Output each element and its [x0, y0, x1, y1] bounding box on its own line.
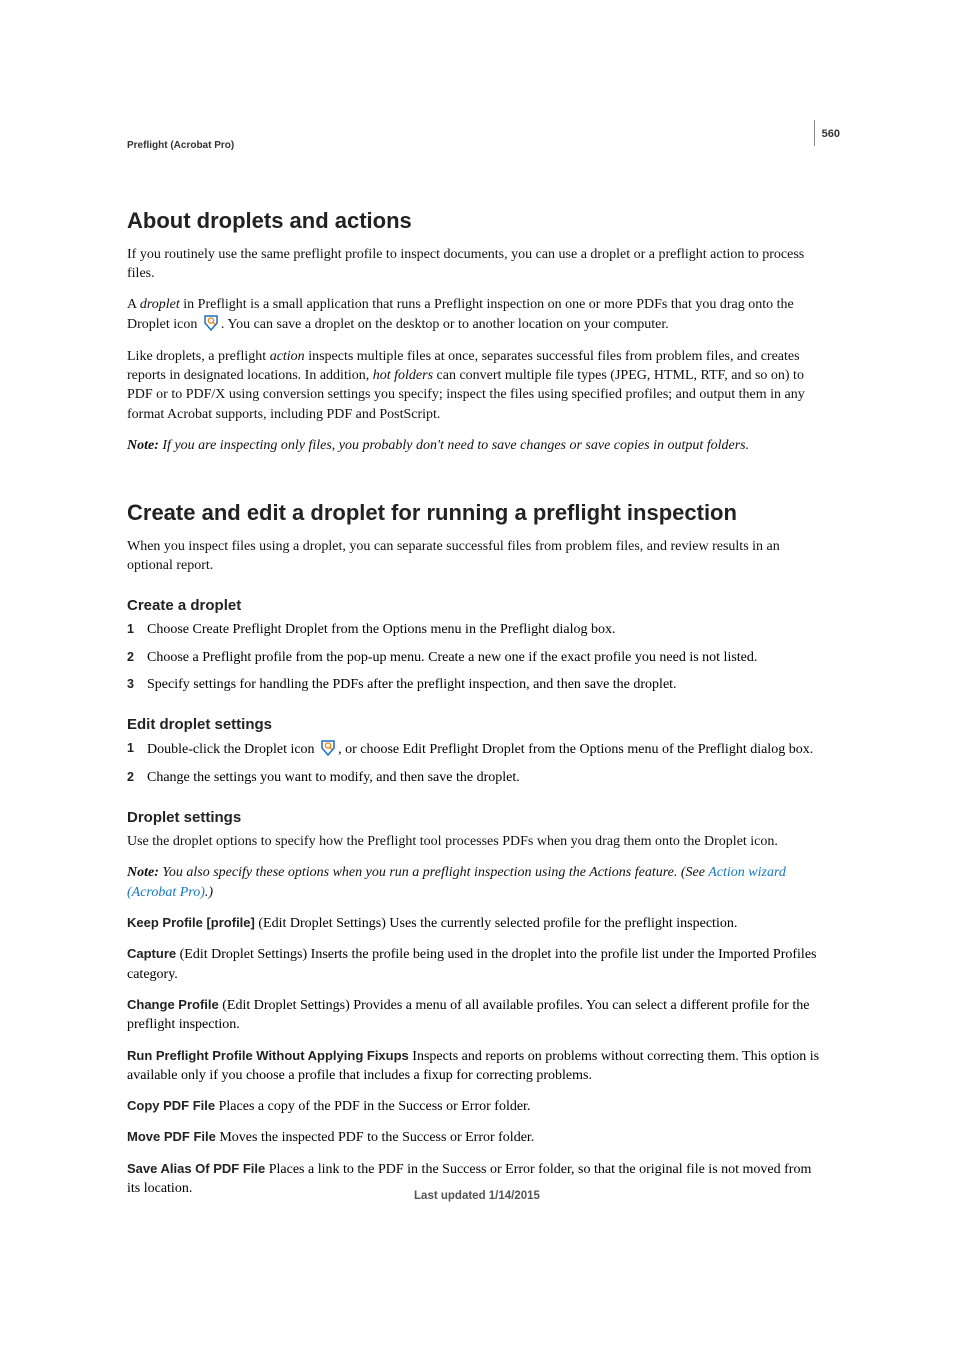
definition-desc: Places a copy of the PDF in the Success … — [215, 1099, 530, 1114]
definition-term: Run Preflight Profile Without Applying F… — [127, 1048, 409, 1063]
definition-move-pdf: Move PDF File Moves the inspected PDF to… — [127, 1128, 827, 1147]
paragraph: When you inspect files using a droplet, … — [127, 537, 827, 576]
text: . You can save a droplet on the desktop … — [221, 317, 669, 332]
definition-term: Capture — [127, 946, 176, 961]
list-item: 2Change the settings you want to modify,… — [127, 768, 827, 787]
step-number: 2 — [127, 649, 147, 666]
definition-copy-pdf: Copy PDF File Places a copy of the PDF i… — [127, 1097, 827, 1116]
definition-desc: (Edit Droplet Settings) Inserts the prof… — [127, 947, 817, 981]
note-label: Note: — [127, 438, 159, 453]
footer-last-updated: Last updated 1/14/2015 — [0, 1190, 954, 1202]
note-text: .) — [205, 885, 213, 900]
subhead-droplet-settings: Droplet settings — [127, 809, 827, 826]
step-number: 2 — [127, 769, 147, 786]
definition-desc: Moves the inspected PDF to the Success o… — [216, 1130, 534, 1145]
definition-desc: (Edit Droplet Settings) Uses the current… — [255, 916, 737, 931]
note: Note: You also specify these options whe… — [127, 863, 827, 902]
step-text: Choose a Preflight profile from the pop-… — [147, 648, 827, 667]
heading-about-droplets: About droplets and actions — [127, 207, 827, 235]
definition-run-preflight: Run Preflight Profile Without Applying F… — [127, 1047, 827, 1086]
definition-term: Copy PDF File — [127, 1098, 215, 1113]
page-number: 560 — [822, 128, 840, 140]
paragraph: A droplet in Preflight is a small applic… — [127, 295, 827, 335]
term-droplet: droplet — [140, 297, 180, 312]
definition-keep-profile: Keep Profile [profile] (Edit Droplet Set… — [127, 914, 827, 933]
note: Note: If you are inspecting only files, … — [127, 436, 827, 455]
list-item: 3Specify settings for handling the PDFs … — [127, 675, 827, 694]
steps-create-droplet: 1Choose Create Preflight Droplet from th… — [127, 620, 827, 694]
term-hot-folders: hot folders — [373, 368, 433, 383]
step-text: Double-click the Droplet icon , or choos… — [147, 739, 827, 759]
definition-term: Change Profile — [127, 997, 219, 1012]
paragraph: Like droplets, a preflight action inspec… — [127, 347, 827, 424]
step-number: 1 — [127, 621, 147, 638]
definition-capture: Capture (Edit Droplet Settings) Inserts … — [127, 945, 827, 984]
droplet-icon — [202, 314, 220, 332]
subhead-edit-droplet: Edit droplet settings — [127, 716, 827, 733]
list-item: 1Double-click the Droplet icon , or choo… — [127, 739, 827, 759]
page-number-wrap: 560 — [822, 124, 840, 142]
list-item: 2Choose a Preflight profile from the pop… — [127, 648, 827, 667]
page-number-rule — [814, 120, 815, 146]
step-text: Choose Create Preflight Droplet from the… — [147, 620, 827, 639]
droplet-icon — [319, 739, 337, 757]
breadcrumb: Preflight (Acrobat Pro) — [127, 140, 827, 151]
definition-change-profile: Change Profile (Edit Droplet Settings) P… — [127, 996, 827, 1035]
definition-desc: (Edit Droplet Settings) Provides a menu … — [127, 998, 809, 1032]
definition-term: Save Alias Of PDF File — [127, 1161, 265, 1176]
steps-edit-droplet: 1Double-click the Droplet icon , or choo… — [127, 739, 827, 787]
note-label: Note: — [127, 865, 159, 880]
heading-create-edit-droplet: Create and edit a droplet for running a … — [127, 499, 827, 527]
text: A — [127, 297, 140, 312]
step-text: Specify settings for handling the PDFs a… — [147, 675, 827, 694]
step-number: 1 — [127, 740, 147, 757]
step-number: 3 — [127, 676, 147, 693]
definition-term: Keep Profile [profile] — [127, 915, 255, 930]
subhead-create-droplet: Create a droplet — [127, 597, 827, 614]
step-text: Change the settings you want to modify, … — [147, 768, 827, 787]
definition-term: Move PDF File — [127, 1129, 216, 1144]
text: Like droplets, a preflight — [127, 349, 270, 364]
note-text: You also specify these options when you … — [159, 865, 708, 880]
page: 560 Preflight (Acrobat Pro) About drople… — [0, 0, 954, 1350]
paragraph: If you routinely use the same preflight … — [127, 245, 827, 284]
list-item: 1Choose Create Preflight Droplet from th… — [127, 620, 827, 639]
paragraph: Use the droplet options to specify how t… — [127, 832, 827, 851]
note-text: If you are inspecting only files, you pr… — [159, 438, 749, 453]
term-action: action — [270, 349, 305, 364]
